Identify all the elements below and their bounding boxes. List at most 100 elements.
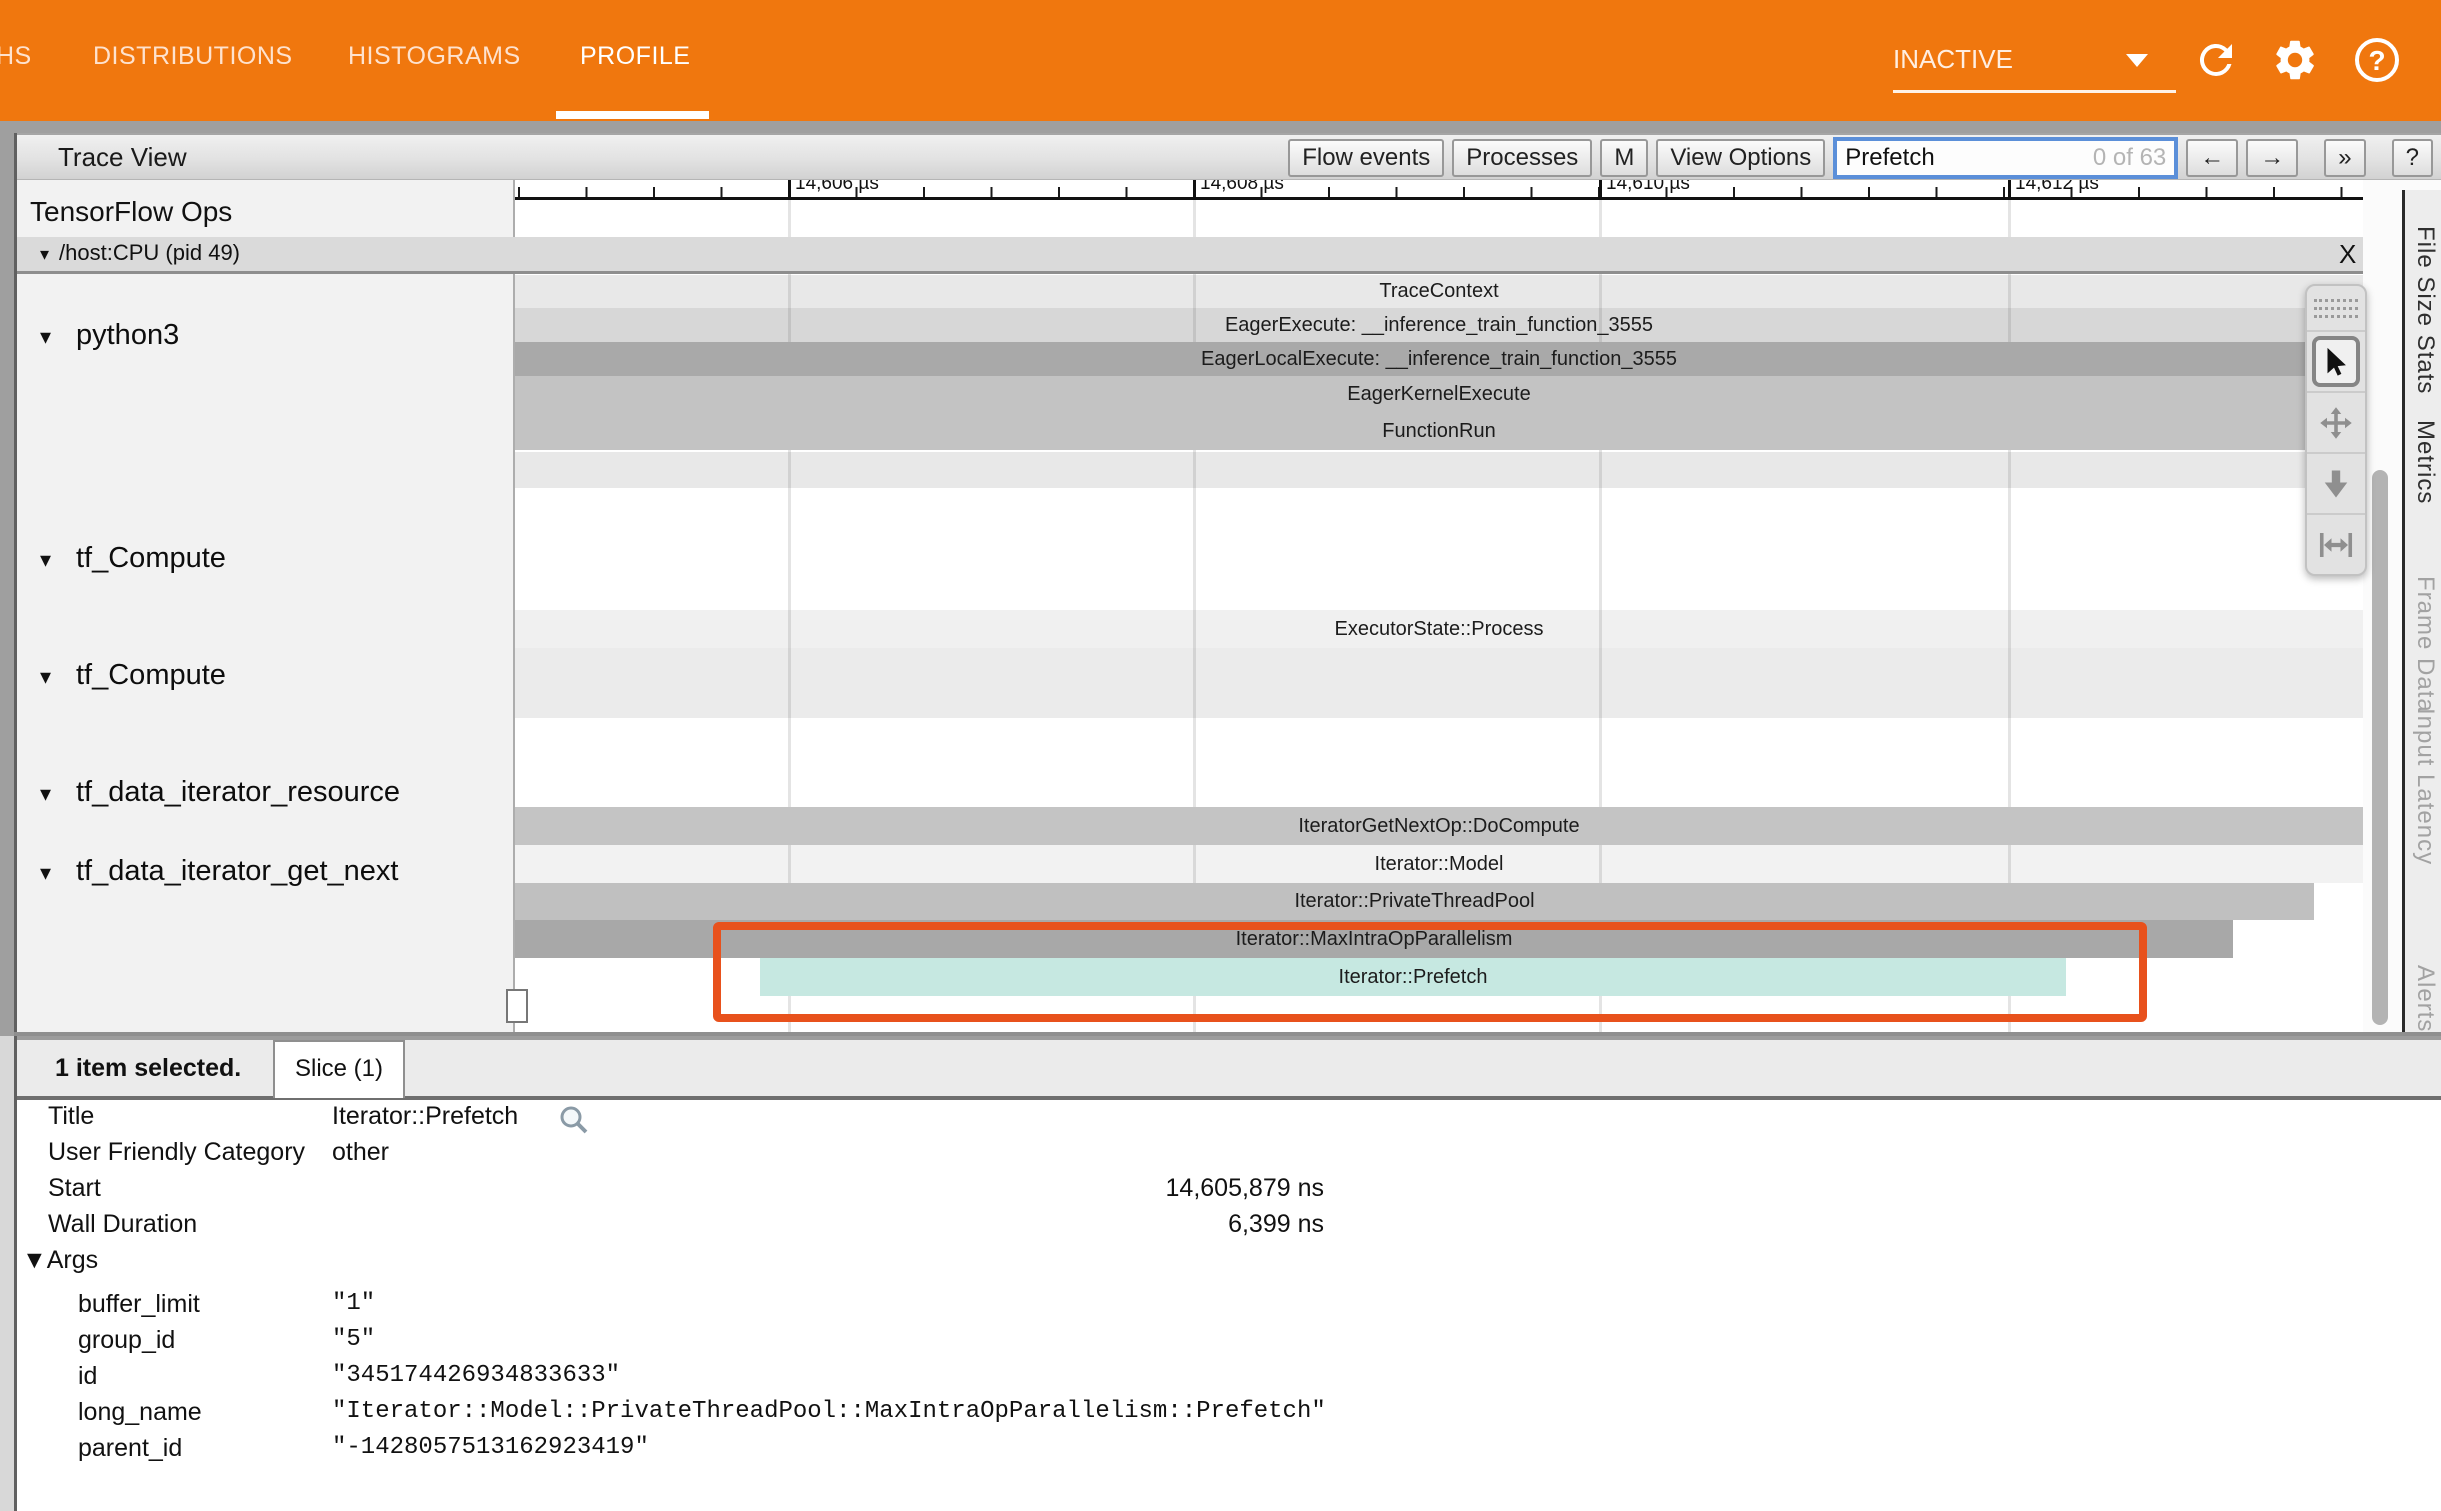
slice-eager-kernel-execute[interactable]: EagerKernelExecute [515,376,2363,413]
arg-value-buffer-limit: "1" [332,1290,375,1317]
detail-label-category: User Friendly Category [48,1138,305,1167]
track-group-label: tf_Compute [76,659,226,692]
sidebar-tab-frame-data: Frame Data [2411,576,2439,713]
detail-label-title: Title [48,1102,94,1131]
slice-function-run[interactable]: FunctionRun [515,413,2363,450]
slice-eager-kernel-block[interactable]: EagerKernelExecute FunctionRun [515,376,2363,450]
track-group-label: tf_data_iterator_get_next [76,855,398,888]
detail-label-start: Start [48,1174,101,1203]
trace-view-titlebar: Trace View Flow events Processes M View … [14,133,2441,180]
search-value: Prefetch [1845,144,2093,172]
process-header-host-cpu[interactable]: ▾/host:CPU (pid 49) X [14,237,2363,274]
find-previous-button[interactable]: ← [2186,139,2238,177]
selection-highlight-box [713,922,2147,1022]
tensorboard-navbar: HS DISTRIBUTIONS HISTOGRAMS PROFILE INAC… [0,0,2441,121]
arg-key-buffer-limit: buffer_limit [78,1290,200,1319]
slice-executor-state-process[interactable]: ExecutorState::Process [515,610,2363,648]
trace-tool-palette [2305,284,2367,576]
palette-drag-handle[interactable] [2307,286,2365,330]
cursor-arrow-icon [2312,336,2360,387]
tensorflow-ops-header: TensorFlow Ops [30,196,232,228]
nav-tab-graphs-clipped[interactable]: HS [0,0,32,113]
down-arrow-icon [2318,466,2354,502]
zoom-tool-button[interactable] [2307,452,2365,513]
track-group-tf-compute-1[interactable]: ▾ tf_Compute [14,542,513,582]
slice-trace-context[interactable]: TraceContext [515,275,2363,308]
nav-tab-histograms[interactable]: HISTOGRAMS [348,0,521,113]
detail-value-wall-duration: 6,399 ns [332,1210,1324,1239]
tensorboard-profile-page: HS DISTRIBUTIONS HISTOGRAMS PROFILE INAC… [0,0,2441,1511]
detail-label-wall-duration: Wall Duration [48,1210,197,1239]
chevron-down-icon [2126,54,2148,67]
track-label-panel: TensorFlow Ops ▾ python3 ▾ tf_Compute ▾ … [14,180,515,1032]
trace-help-button[interactable]: ? [2392,139,2433,177]
arg-value-group-id: "5" [332,1326,375,1353]
detail-value-start: 14,605,879 ns [332,1174,1324,1203]
process-header-label: ▾/host:CPU (pid 49) [40,240,240,266]
vertical-scrollbar[interactable] [2372,470,2388,1025]
sidebar-tab-input-latency: Input Latency [2411,708,2439,865]
timing-tool-button[interactable] [2307,513,2365,574]
collapse-caret-icon: ▾ [40,547,51,573]
slice-details-panel: 1 item selected. Slice (1) Title Iterato… [14,1036,2441,1511]
nav-tab-profile[interactable]: PROFILE [580,0,690,113]
refresh-icon[interactable] [2192,36,2240,84]
help-icon[interactable]: ? [2355,38,2403,86]
slice-iterator-model[interactable]: Iterator::Model [515,845,2363,883]
help-question-glyph: ? [2355,38,2399,82]
horizontal-measure-icon [2318,527,2354,563]
triangle-down-icon: ▼ [22,1246,47,1274]
track-group-tf-data-iterator-resource[interactable]: ▾ tf_data_iterator_resource [14,776,513,816]
pan-tool-button[interactable] [2307,391,2365,452]
sidebar-tab-file-size-stats[interactable]: File Size Stats [2411,226,2439,394]
metrics-m-button[interactable]: M [1600,139,1648,177]
run-status-dropdown[interactable]: INACTIVE [1893,28,2176,93]
gear-icon[interactable] [2271,36,2319,84]
flow-events-button[interactable]: Flow events [1288,139,1444,177]
collapse-toolbar-button[interactable]: » [2324,139,2365,177]
find-next-button[interactable]: → [2246,139,2298,177]
arg-key-id: id [78,1362,97,1391]
track-group-tf-compute-2[interactable]: ▾ tf_Compute [14,659,513,699]
selection-status: 1 item selected. [55,1040,241,1096]
arg-key-long-name: long_name [78,1398,202,1427]
track-group-label: python3 [76,319,179,352]
collapse-caret-icon: ▾ [40,244,49,264]
horizontal-scrollbar-stub[interactable] [506,989,528,1023]
window-left-border [14,133,17,1032]
slice-iterator-private-thread-pool[interactable]: Iterator::PrivateThreadPool [515,883,2314,920]
page-gutter-left [0,121,14,1036]
processes-button[interactable]: Processes [1452,139,1592,177]
slice-iterator-get-next-do-compute[interactable]: IteratorGetNextOp::DoCompute [515,807,2363,845]
pan-icon [2318,405,2354,441]
sidebar-tab-alerts: Alerts [2411,965,2439,1032]
select-tool-button[interactable] [2307,330,2365,391]
arg-key-group-id: group_id [78,1326,175,1355]
arg-key-parent-id: parent_id [78,1434,182,1463]
magnifier-icon[interactable] [556,1102,592,1138]
details-tabbar: 1 item selected. Slice (1) [14,1040,2441,1096]
args-toggle[interactable]: ▼Args [22,1246,98,1275]
view-options-button[interactable]: View Options [1656,139,1825,177]
slice-empty-row[interactable] [515,452,2363,488]
slice-eager-local-execute[interactable]: EagerLocalExecute: __inference_train_fun… [515,342,2363,376]
arg-value-id: "345174426934833633" [332,1362,620,1389]
slice-eager-execute[interactable]: EagerExecute: __inference_train_function… [515,308,2363,342]
nav-tab-distributions[interactable]: DISTRIBUTIONS [93,0,293,113]
track-group-tf-data-iterator-get-next[interactable]: ▾ tf_data_iterator_get_next [14,855,513,895]
detail-value-title: Iterator::Prefetch [332,1102,518,1131]
close-process-button[interactable]: X [2339,239,2356,270]
sidebar-tab-metrics[interactable]: Metrics [2411,420,2439,504]
tab-slice[interactable]: Slice (1) [273,1040,405,1098]
slice-executor-state-sub[interactable] [515,648,2363,718]
search-input[interactable]: Prefetch 0 of 63 [1833,137,2178,179]
arg-value-long-name: "Iterator::Model::PrivateThreadPool::Max… [332,1398,1326,1425]
details-left-border [14,1036,17,1511]
track-group-python3[interactable]: ▾ python3 [14,319,513,359]
trace-view-window: Trace View Flow events Processes M View … [14,133,2441,1036]
arg-value-parent-id: "-1428057513162923419" [332,1434,649,1461]
run-status-label: INACTIVE [1893,44,2013,74]
search-result-count: 0 of 63 [2093,144,2166,172]
trace-canvas[interactable]: TraceContext EagerExecute: __inference_t… [515,200,2363,1032]
track-group-label: tf_Compute [76,542,226,575]
